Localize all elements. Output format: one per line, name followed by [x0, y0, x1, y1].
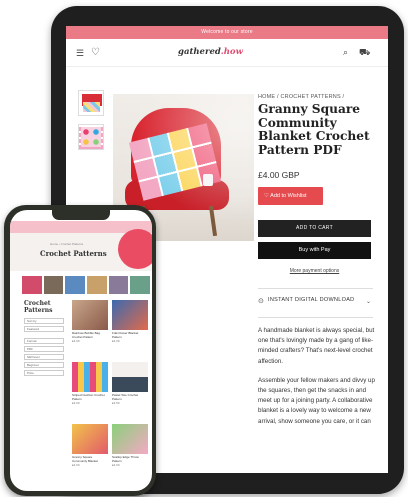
category-tile[interactable]: [130, 276, 151, 294]
product-card[interactable]: Rainbow Bobble Bag Crochet Pattern £4.00: [72, 300, 108, 343]
wishlist-label: Add to Wishlist: [270, 193, 307, 199]
site-header: ☰ ♡ gathered.how ⌕ ⛟: [66, 39, 388, 67]
filter-label: Format: [24, 338, 64, 344]
download-icon: ⊙: [258, 298, 264, 305]
product-card[interactable]: Striped Cushion Crochet Pattern £3.00: [72, 362, 108, 405]
description-paragraph: A handmade blanket is always special, bu…: [258, 327, 375, 365]
search-icon[interactable]: ⌕: [343, 47, 348, 58]
buy-now-button[interactable]: Buy with Pay: [258, 242, 371, 259]
breadcrumb[interactable]: HOME / CROCHET PATTERNS /: [258, 94, 344, 100]
product-description: A handmade blanket is always special, bu…: [258, 326, 376, 436]
filter-label: Sort by: [24, 318, 64, 324]
filter-select[interactable]: Skill level: [24, 354, 64, 360]
menu-icon[interactable]: ☰: [76, 49, 84, 58]
chevron-down-icon: ⌄: [365, 299, 371, 305]
product-card-price: £3.50: [112, 401, 120, 405]
announcement-banner: Welcome to our store: [66, 26, 388, 39]
filter-select[interactable]: Price: [24, 370, 64, 376]
phone-sidebar-title: Crochet Patterns: [24, 300, 53, 314]
product-card[interactable]: Scallop Edge Throw Pattern £4.00: [112, 424, 148, 467]
product-title: Granny Square Community Blanket Crochet …: [258, 102, 370, 157]
add-to-wishlist-button[interactable]: ♡ Add to Wishlist: [258, 187, 323, 205]
phone-collection-title: Crochet Patterns: [40, 249, 107, 258]
product-card-title: Granny Square Community Blanket: [72, 455, 99, 463]
instant-download-accordion[interactable]: ⊙ INSTANT DIGITAL DOWNLOAD ⌄: [258, 288, 373, 318]
logo-text: gathered: [178, 47, 221, 57]
phone-notch: [52, 210, 110, 220]
product-price: £4.00 GBP: [258, 170, 300, 180]
site-logo[interactable]: gathered.how: [178, 47, 243, 57]
heart-icon[interactable]: ♡: [91, 48, 100, 58]
phone-collection-hero: Home › Crochet Patterns Crochet Patterns: [10, 229, 152, 271]
product-card[interactable]: Granny Square Community Blanket £4.00: [72, 424, 108, 467]
category-tile[interactable]: [87, 276, 107, 294]
product-card-title: Rainbow Bobble Bag Crochet Pattern: [72, 331, 101, 339]
product-card[interactable]: Pastel Tote Crochet Pattern £3.50: [112, 362, 148, 405]
filter-select[interactable]: Beginner: [24, 362, 64, 368]
product-card-title: Pastel Tote Crochet Pattern: [112, 393, 139, 401]
instant-download-label: INSTANT DIGITAL DOWNLOAD: [268, 297, 355, 303]
description-paragraph: Assemble your fellow makers and divvy up…: [258, 376, 375, 425]
more-payment-options-link[interactable]: More payment options: [258, 268, 371, 274]
phone-screen: Home › Crochet Patterns Crochet Patterns…: [10, 210, 152, 491]
logo-accent: .how: [220, 47, 243, 57]
product-card[interactable]: Folk Flower Blanket Pattern £4.00: [112, 300, 148, 343]
product-thumbnail-2[interactable]: [78, 124, 104, 150]
phone-breadcrumb[interactable]: Home › Crochet Patterns: [50, 242, 83, 246]
product-card-price: £4.00: [72, 463, 80, 467]
product-card-price: £4.00: [112, 463, 120, 467]
add-to-cart-button[interactable]: ADD TO CART: [258, 220, 371, 237]
category-tile[interactable]: [22, 276, 42, 294]
product-card-price: £4.00: [72, 339, 80, 343]
product-thumbnail-1[interactable]: [78, 90, 104, 116]
product-card-price: £4.00: [112, 339, 120, 343]
category-tile[interactable]: [108, 276, 129, 294]
category-tile[interactable]: [65, 276, 86, 294]
category-tile[interactable]: [43, 276, 64, 294]
filter-select[interactable]: PDF: [24, 346, 64, 352]
filter-select[interactable]: Featured: [24, 326, 64, 332]
cart-icon[interactable]: ⛟: [359, 47, 370, 59]
phone-category-strip: [22, 276, 151, 294]
product-card-price: £3.00: [72, 401, 80, 405]
product-card-title: Scallop Edge Throw Pattern: [112, 455, 139, 463]
product-card-title: Folk Flower Blanket Pattern: [112, 331, 139, 339]
device-mockup-scene: Welcome to our store ☰ ♡ gathered.how ⌕ …: [0, 0, 408, 497]
product-card-title: Striped Cushion Crochet Pattern: [72, 393, 105, 401]
